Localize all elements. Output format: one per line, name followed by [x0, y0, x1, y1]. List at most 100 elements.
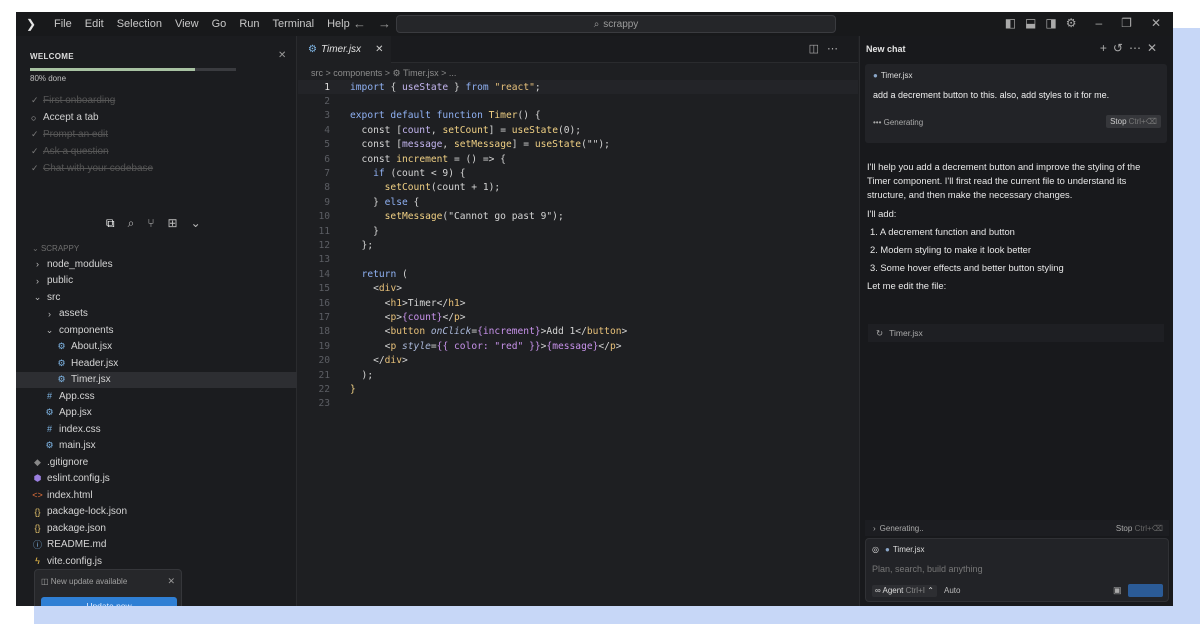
menu-item-help[interactable]: Help [327, 18, 350, 30]
settings-gear-icon[interactable]: ⚙ [1066, 16, 1077, 30]
breadcrumb[interactable]: src > components > ⚙ Timer.jsx > ... [311, 68, 456, 79]
code-line[interactable]: 4 const [count, setCount] = useState(0); [298, 123, 858, 137]
code-line[interactable]: 16 <h1>Timer</h1> [298, 296, 858, 310]
code-line[interactable]: 18 <button onClick={increment}>Add 1</bu… [298, 325, 858, 339]
menu-item-run[interactable]: Run [239, 18, 259, 30]
code-line[interactable]: 14 return ( [298, 267, 858, 281]
close-welcome-icon[interactable]: ✕ [278, 50, 286, 61]
code-line[interactable]: 5 const [message, setMessage] = useState… [298, 138, 858, 152]
code-line[interactable]: 23 [298, 397, 858, 411]
code-line[interactable]: 3 export default function Timer() { [298, 109, 858, 123]
more-views-chevron-icon[interactable]: ⌄ [191, 216, 201, 231]
code-token: < [350, 326, 391, 338]
explorer-item[interactable]: ⚙ main.jsx [16, 438, 297, 455]
checklist-item[interactable]: ○ Accept a tab [31, 109, 153, 126]
command-search[interactable]: ⌕ scrappy [396, 15, 836, 33]
minimize-icon[interactable]: – [1095, 16, 1102, 30]
explorer-item[interactable]: ⚙ App.jsx [16, 405, 297, 422]
close-tab-icon[interactable]: ✕ [375, 44, 383, 55]
code-line[interactable]: 15 <div> [298, 281, 858, 295]
explorer-item[interactable]: ⓘ README.md [16, 537, 297, 554]
agent-mode-select[interactable]: ∞ Agent Ctrl+I ⌃ [872, 585, 937, 597]
explorer-files-icon[interactable]: ⧉ [106, 216, 115, 231]
search-view-icon[interactable]: ⌕ [128, 216, 135, 231]
code-line[interactable]: 21 ); [298, 368, 858, 382]
history-icon[interactable]: ↺ [1113, 41, 1129, 55]
code-editor: ⚙ Timer.jsx ✕ ◫⋯ src > components > ⚙ Ti… [298, 36, 858, 606]
checklist-item[interactable]: ✓ Ask a question [31, 143, 153, 160]
explorer-item[interactable]: › node_modules [16, 256, 297, 273]
code-line[interactable]: 11 } [298, 224, 858, 238]
explorer-item[interactable]: ⚙ About.jsx [16, 339, 297, 356]
explorer-item[interactable]: ◆ .gitignore [16, 454, 297, 471]
explorer-item[interactable]: › public [16, 273, 297, 290]
split-editor-icon[interactable]: ◫ [809, 43, 827, 55]
close-notification-icon[interactable]: ✕ [167, 576, 175, 587]
chat-input[interactable]: Plan, search, build anything [872, 564, 983, 574]
input-context-file[interactable]: Timer.jsx [893, 545, 925, 554]
toggle-sidebar-icon[interactable]: ◧ [1005, 16, 1016, 30]
explorer-item[interactable]: ⚙ Header.jsx [16, 355, 297, 372]
code-line[interactable]: 20 </div> [298, 353, 858, 367]
checklist-item[interactable]: ✓ First onboarding [31, 92, 153, 109]
tab-timer-jsx[interactable]: ⚙ Timer.jsx ✕ [298, 36, 391, 63]
explorer-item[interactable]: {} package.json [16, 520, 297, 537]
explorer-item[interactable]: # index.css [16, 421, 297, 438]
explorer-item[interactable]: ⌄ src [16, 289, 297, 306]
menu-item-view[interactable]: View [175, 18, 199, 30]
code-line[interactable]: 8 setCount(count + 1); [298, 181, 858, 195]
code-line[interactable]: 17 <p>{count}</p> [298, 310, 858, 324]
line-number: 15 [318, 283, 330, 295]
menu-item-terminal[interactable]: Terminal [273, 18, 315, 30]
explorer-item[interactable]: ⚙ Timer.jsx [16, 371, 297, 388]
checklist-item[interactable]: ✓ Prompt an edit [31, 126, 153, 143]
code-line[interactable]: 22} [298, 382, 858, 396]
checklist-item[interactable]: ✓ Chat with your codebase [31, 160, 153, 177]
attach-image-icon[interactable]: ▣ [1113, 585, 1122, 596]
code-line[interactable]: 10 setMessage("Cannot go past 9"); [298, 210, 858, 224]
code-line[interactable]: 1 import { useState } from "react"; [298, 80, 858, 95]
project-header[interactable]: ⌄ SCRAPPY [16, 241, 297, 256]
extensions-icon[interactable]: ⊞ [168, 216, 178, 231]
code-token: setCount [442, 124, 489, 136]
chat-more-icon[interactable]: ⋯ [1129, 41, 1147, 55]
code-text: return ( [350, 269, 408, 280]
explorer-item[interactable]: <> index.html [16, 487, 297, 504]
explorer-item[interactable]: ⌄ components [16, 322, 297, 339]
menu-item-edit[interactable]: Edit [85, 18, 104, 30]
code-line[interactable]: 19 <p style={{ color: "red" }}>{message}… [298, 339, 858, 353]
new-chat-plus-icon[interactable]: + [1100, 41, 1113, 55]
code-line[interactable]: 12 }; [298, 238, 858, 252]
model-select[interactable]: Auto [944, 586, 960, 595]
explorer-item[interactable]: # App.css [16, 388, 297, 405]
menu-item-go[interactable]: Go [212, 18, 227, 30]
bottom-stop-button[interactable]: Stop Ctrl+⌫ [1116, 524, 1163, 533]
explorer-item[interactable]: {} package-lock.json [16, 504, 297, 521]
code-line[interactable]: 2 [298, 94, 858, 108]
explorer-item[interactable]: › assets [16, 306, 297, 323]
toggle-panel-icon[interactable]: ⬓ [1025, 16, 1036, 30]
more-actions-icon[interactable]: ⋯ [827, 43, 846, 55]
source-control-icon[interactable]: ⑂ [147, 216, 154, 231]
code-token: useState [511, 124, 558, 136]
mention-at-icon[interactable]: ◎ [872, 545, 879, 554]
toggle-secondary-sidebar-icon[interactable]: ◨ [1045, 16, 1056, 30]
stop-button[interactable]: Stop Ctrl+⌫ [1106, 115, 1161, 128]
menu-item-selection[interactable]: Selection [117, 18, 162, 30]
code-line[interactable]: 7 if (count < 9) { [298, 166, 858, 180]
close-chat-icon[interactable]: ✕ [1147, 41, 1163, 55]
expand-chevron-icon[interactable]: › [873, 524, 876, 533]
code-line[interactable]: 6 const increment = () => { [298, 152, 858, 166]
explorer-item[interactable]: ϟ vite.config.js [16, 553, 297, 570]
update-now-button[interactable]: Update now [41, 597, 177, 606]
context-file-pill[interactable]: ● Timer.jsx [873, 71, 913, 80]
code-lines[interactable]: 1 import { useState } from "react"; 2 3 expo… [298, 80, 858, 411]
code-line[interactable]: 13 [298, 253, 858, 267]
send-button[interactable] [1128, 584, 1163, 597]
restore-icon[interactable]: ❐ [1121, 16, 1132, 30]
code-line[interactable]: 9 } else { [298, 195, 858, 209]
explorer-item[interactable]: ⬢ eslint.config.js [16, 471, 297, 488]
menu-item-file[interactable]: File [54, 18, 72, 30]
edited-file-chip[interactable]: ↻ Timer.jsx [868, 324, 1164, 342]
close-window-icon[interactable]: ✕ [1151, 16, 1161, 30]
